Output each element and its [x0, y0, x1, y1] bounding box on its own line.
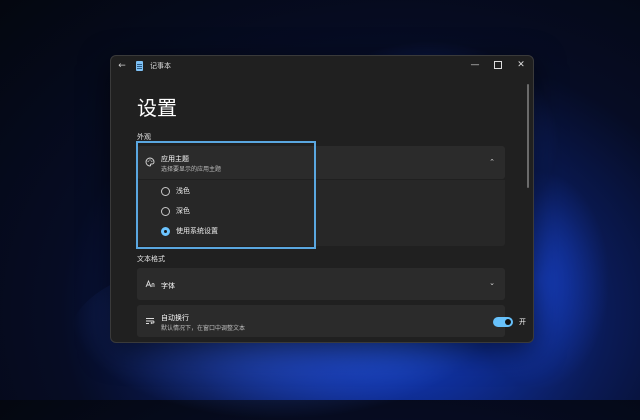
radio-button[interactable] [161, 186, 170, 196]
minimize-button[interactable]: — [467, 58, 483, 72]
radio-label: 浅色 [176, 187, 190, 195]
font-expander[interactable]: 字体 ⌄ [137, 268, 505, 300]
back-button[interactable]: ← [116, 60, 128, 72]
radio-button[interactable] [161, 206, 170, 216]
app-theme-expander[interactable]: 应用主题 选择要显示的应用主题 ⌃ [137, 146, 505, 179]
maximize-icon [494, 60, 502, 69]
font-icon [145, 279, 155, 289]
app-theme-subtitle: 选择要显示的应用主题 [161, 166, 222, 173]
palette-icon [145, 157, 155, 167]
notepad-app-icon [136, 61, 143, 71]
word-wrap-icon [145, 316, 155, 326]
word-wrap-title: 自动换行 [161, 314, 189, 322]
toggle-knob [505, 319, 511, 325]
chevron-down-icon: ⌄ [489, 279, 495, 287]
theme-options-panel: 浅色 深色 使用系统设置 [137, 180, 505, 246]
word-wrap-subtitle: 默认情况下，在窗口中调整文本 [161, 325, 246, 332]
radio-button-selected[interactable] [161, 226, 170, 236]
radio-option-light[interactable]: 浅色 [161, 185, 190, 197]
word-wrap-toggle[interactable] [493, 317, 513, 327]
section-header-appearance: 外观 [137, 133, 151, 141]
notepad-window: ← 记事本 — ✕ 设置 外观 应用主题 选择要显示的应用主题 ⌃ 浅色 深色 … [110, 55, 534, 343]
title-bar: ← 记事本 — ✕ [111, 56, 533, 76]
app-theme-title: 应用主题 [161, 155, 189, 163]
word-wrap-setting: 自动换行 默认情况下，在窗口中调整文本 开 [137, 305, 526, 337]
radio-label: 深色 [176, 207, 190, 215]
maximize-button[interactable] [490, 58, 506, 72]
font-title: 字体 [161, 282, 175, 290]
section-header-text-format: 文本格式 [137, 255, 165, 263]
chevron-up-icon: ⌃ [489, 158, 495, 166]
toggle-state-label: 开 [519, 318, 526, 326]
page-title: 设置 [137, 96, 177, 120]
close-button[interactable]: ✕ [513, 58, 529, 72]
scrollbar-thumb[interactable] [527, 84, 529, 188]
radio-option-system[interactable]: 使用系统设置 [161, 225, 218, 237]
radio-label: 使用系统设置 [176, 227, 218, 235]
window-title: 记事本 [150, 62, 171, 70]
radio-option-dark[interactable]: 深色 [161, 205, 190, 217]
